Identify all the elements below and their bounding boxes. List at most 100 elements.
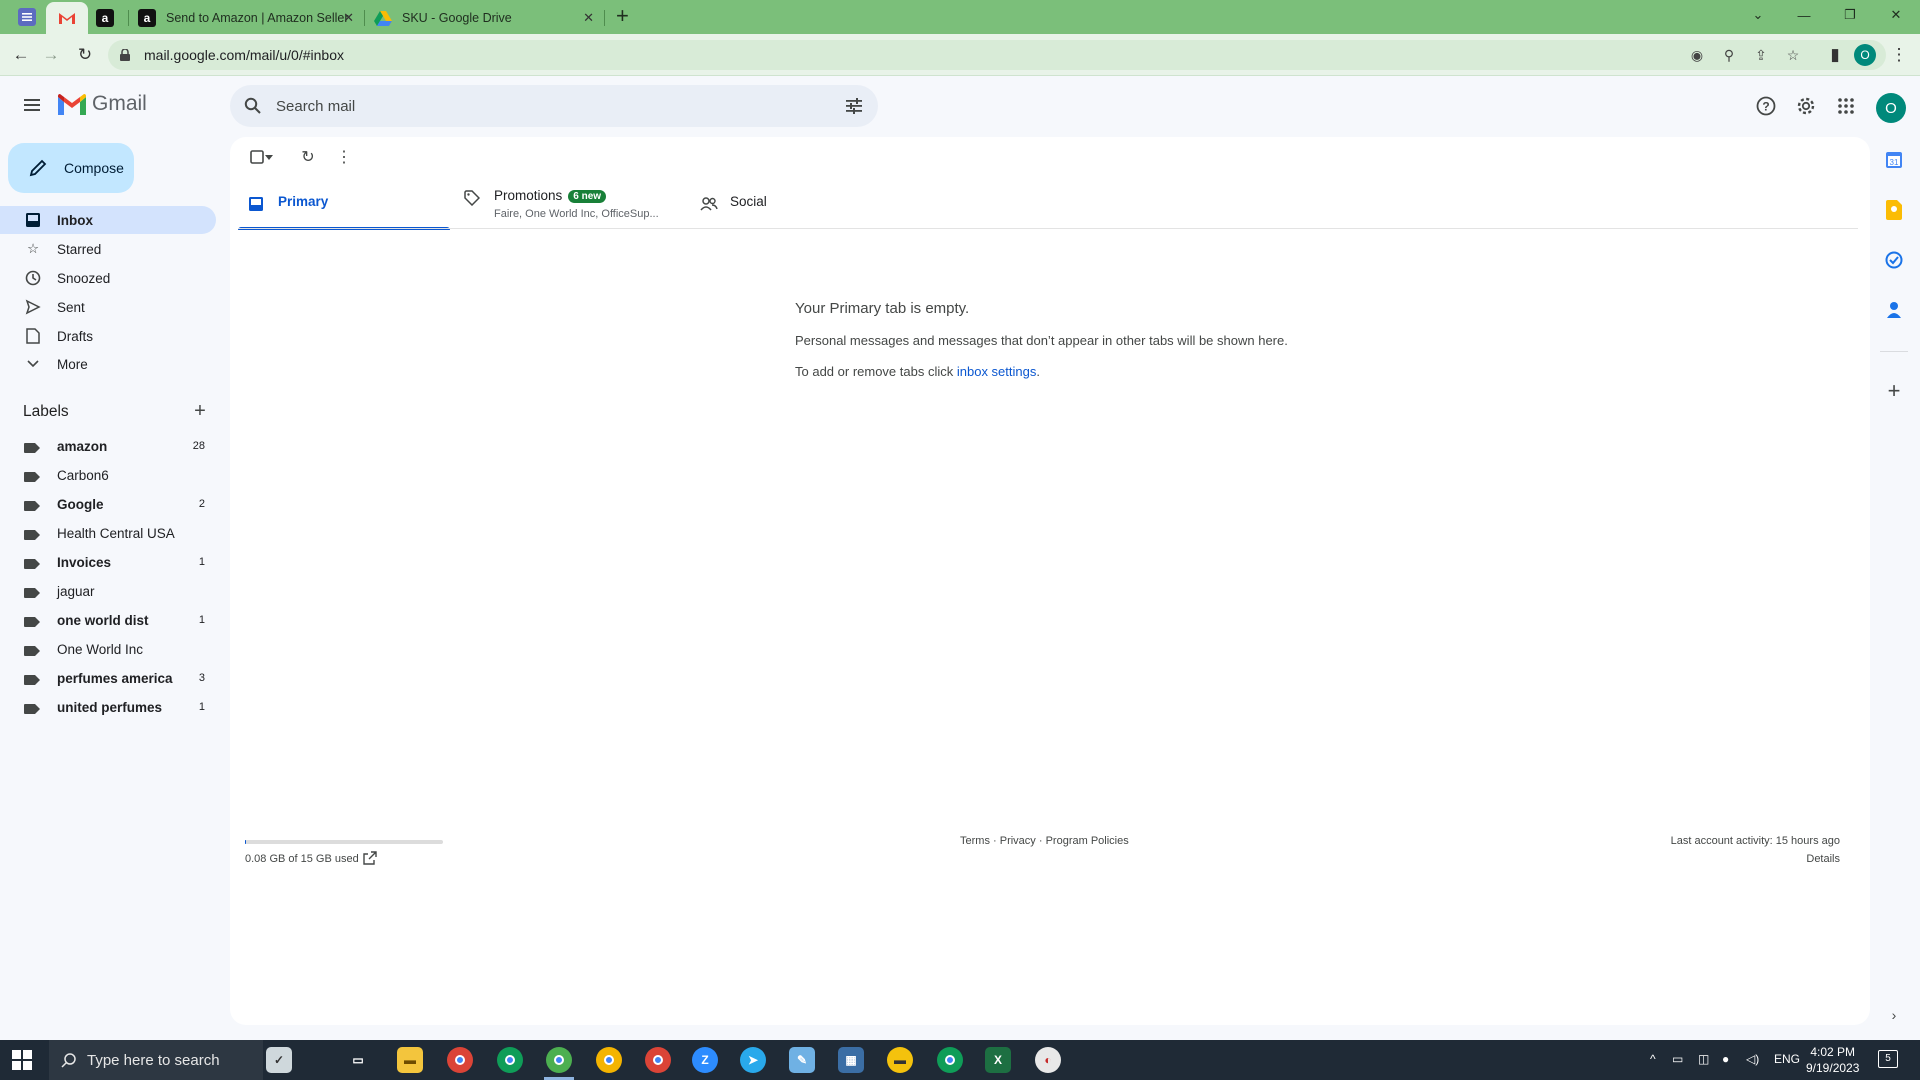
- label-item[interactable]: Invoices 1: [0, 548, 216, 576]
- apps-grid-icon[interactable]: [1834, 94, 1858, 118]
- keep-icon[interactable]: [1883, 199, 1905, 221]
- taskbar-search[interactable]: Type here to search: [49, 1040, 263, 1080]
- close-window-icon[interactable]: ✕: [1874, 0, 1918, 30]
- refresh-icon[interactable]: ↻: [298, 147, 318, 167]
- label-item[interactable]: Carbon6: [0, 461, 216, 489]
- label-item[interactable]: one world dist 1: [0, 606, 216, 634]
- browser-menu-icon[interactable]: ⋮: [1886, 42, 1912, 68]
- external-link-icon[interactable]: [363, 851, 377, 865]
- notepad-icon[interactable]: ✎: [789, 1047, 815, 1073]
- label-item[interactable]: One World Inc: [0, 635, 216, 663]
- omnibox[interactable]: mail.google.com/mail/u/0/#inbox ◉ ⚲ ⇪ ☆: [108, 40, 1886, 70]
- add-addon-icon[interactable]: +: [1883, 378, 1905, 403]
- notifications-icon[interactable]: 5: [1878, 1050, 1898, 1068]
- clock[interactable]: 4:02 PM 9/19/2023: [1806, 1044, 1859, 1076]
- program-policies-link[interactable]: Program Policies: [1046, 835, 1129, 847]
- settings-gear-icon[interactable]: [1794, 94, 1818, 118]
- label-item[interactable]: united perfumes 1: [0, 693, 216, 721]
- tab-search-icon[interactable]: [18, 8, 36, 26]
- search-icon[interactable]: [244, 97, 262, 115]
- back-icon[interactable]: ←: [8, 42, 34, 68]
- close-icon[interactable]: ✕: [583, 10, 594, 26]
- inbox-settings-link[interactable]: inbox settings: [957, 364, 1037, 379]
- label-item[interactable]: perfumes america 3: [0, 664, 216, 692]
- label-item[interactable]: jaguar: [0, 577, 216, 605]
- tab-promotions[interactable]: Promotions 6 new Faire, One World Inc, Of…: [454, 182, 666, 230]
- forward-icon[interactable]: →: [38, 42, 64, 68]
- share-icon[interactable]: ⇪: [1752, 46, 1770, 64]
- nav-item-inbox[interactable]: Inbox: [0, 206, 216, 234]
- reload-icon[interactable]: ↻: [72, 42, 98, 68]
- chrome-icon[interactable]: [447, 1047, 473, 1073]
- close-icon[interactable]: ✕: [343, 10, 354, 26]
- label-item[interactable]: Health Central USA: [0, 519, 216, 547]
- nav-item-snoozed[interactable]: Snoozed: [0, 264, 216, 292]
- calculator-icon[interactable]: ▦: [838, 1047, 864, 1073]
- chrome-icon[interactable]: [596, 1047, 622, 1073]
- gmail-logo[interactable]: Gmail: [58, 92, 147, 116]
- label-tag-icon: [24, 470, 40, 482]
- label-item[interactable]: Google 2: [0, 490, 216, 518]
- nav-item-more[interactable]: More: [0, 350, 216, 378]
- contacts-icon[interactable]: [1883, 299, 1905, 321]
- account-avatar[interactable]: O: [1876, 93, 1906, 123]
- more-options-icon[interactable]: ⋮: [334, 147, 354, 167]
- cortana-apps-icon[interactable]: ✓: [266, 1047, 292, 1073]
- sticky-icon[interactable]: ▬: [887, 1047, 913, 1073]
- side-panel-icon[interactable]: ▮: [1822, 42, 1848, 68]
- details-link[interactable]: Details: [1806, 853, 1840, 865]
- minimize-icon[interactable]: —: [1782, 0, 1826, 30]
- nav-item-starred[interactable]: ☆ Starred: [0, 235, 216, 263]
- microphone-icon[interactable]: ●: [1722, 1052, 1729, 1066]
- compose-button[interactable]: Compose: [8, 143, 134, 193]
- zoom-app-icon[interactable]: Z: [692, 1047, 718, 1073]
- restore-icon[interactable]: ❐: [1828, 0, 1872, 30]
- tray-expand-icon[interactable]: ^: [1650, 1052, 1656, 1066]
- tab-google-drive[interactable]: SKU - Google Drive ✕: [370, 2, 604, 34]
- volume-icon[interactable]: ◁): [1746, 1052, 1759, 1066]
- main-menu-icon[interactable]: [20, 93, 44, 117]
- tab-search-dropdown-icon[interactable]: ⌄: [1736, 0, 1780, 30]
- chrome-icon[interactable]: [645, 1047, 671, 1073]
- chrome-icon[interactable]: [546, 1047, 572, 1073]
- file-explorer-icon[interactable]: ▬: [397, 1047, 423, 1073]
- telegram-icon[interactable]: ➤: [740, 1047, 766, 1073]
- tasks-icon[interactable]: [1883, 249, 1905, 271]
- tab-gmail[interactable]: [46, 2, 88, 34]
- bookmark-star-icon[interactable]: ☆: [1784, 46, 1802, 64]
- terms-link[interactable]: Terms: [960, 835, 990, 847]
- camera-icon[interactable]: ◫: [1698, 1052, 1709, 1066]
- language-indicator[interactable]: ENG: [1774, 1052, 1800, 1066]
- nav-item-drafts[interactable]: Drafts: [0, 322, 216, 350]
- add-label-icon[interactable]: +: [190, 401, 210, 422]
- tab-primary[interactable]: Primary: [238, 182, 450, 230]
- windows-start-icon[interactable]: [12, 1050, 32, 1070]
- main-panel: ↻ ⋮ Primary Promotions 6 new Faire, One W…: [230, 137, 1870, 1025]
- excel-icon[interactable]: X: [985, 1047, 1011, 1073]
- tab-amazon[interactable]: a: [92, 2, 128, 34]
- new-count-badge: 6 new: [568, 190, 607, 203]
- chevron-right-icon[interactable]: ›: [1883, 1004, 1905, 1026]
- paint-icon[interactable]: ◐: [1035, 1047, 1061, 1073]
- chrome-icon[interactable]: [497, 1047, 523, 1073]
- tab-social[interactable]: Social: [690, 182, 902, 230]
- calendar-icon[interactable]: 31: [1883, 149, 1905, 171]
- chrome-icon[interactable]: [937, 1047, 963, 1073]
- privacy-link[interactable]: Privacy: [1000, 835, 1036, 847]
- new-tab-icon[interactable]: +: [616, 5, 636, 27]
- network-icon[interactable]: ▭: [1672, 1052, 1683, 1066]
- tab-send-to-amazon[interactable]: a Send to Amazon | Amazon Seller ✕: [134, 2, 364, 34]
- label-tag-icon: [24, 528, 40, 540]
- nav-item-sent[interactable]: Sent: [0, 293, 216, 321]
- label-item[interactable]: amazon 28: [0, 432, 216, 460]
- eye-icon[interactable]: ◉: [1688, 46, 1706, 64]
- task-view-icon[interactable]: ▭: [345, 1047, 371, 1073]
- support-icon[interactable]: ?: [1754, 94, 1778, 118]
- zoom-icon[interactable]: ⚲: [1720, 46, 1738, 64]
- taskbar-search-input[interactable]: Type here to search: [87, 1052, 220, 1069]
- search-input[interactable]: Search mail: [276, 98, 355, 115]
- search-options-icon[interactable]: [844, 96, 864, 116]
- profile-avatar[interactable]: O: [1854, 44, 1876, 66]
- search-bar[interactable]: Search mail: [230, 85, 878, 127]
- select-dropdown-icon[interactable]: [262, 147, 276, 167]
